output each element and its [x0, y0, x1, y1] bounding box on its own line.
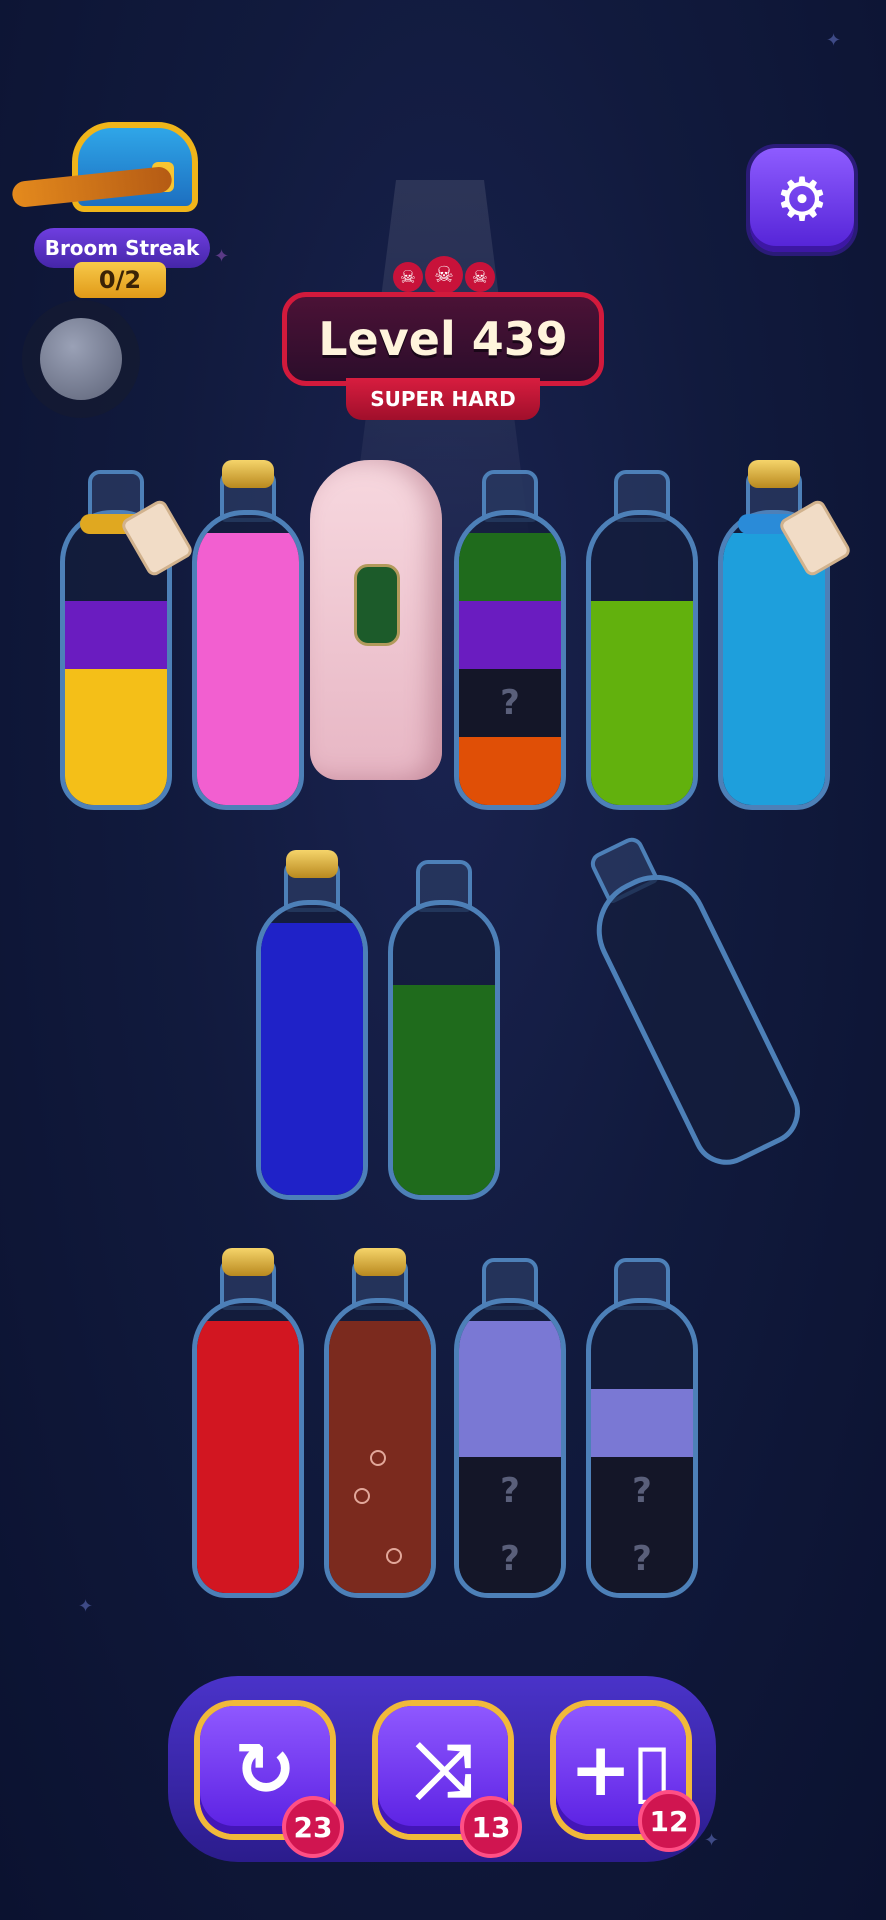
star-decor: ✦ [704, 1830, 720, 1851]
streak-count: 0/2 [74, 262, 166, 298]
star-decor: ✦ [78, 1596, 94, 1617]
bubble-decor [386, 1548, 402, 1564]
liquid-layer [459, 533, 561, 601]
bottle-6[interactable] [718, 460, 853, 810]
liquid-layer [459, 1321, 561, 1389]
bottle-5[interactable] [586, 470, 698, 810]
bottle-13[interactable]: ? ? [586, 1258, 698, 1598]
mystery-bottle-icon [354, 564, 400, 646]
cork-icon [354, 1248, 406, 1276]
broom-streak-widget[interactable]: Broom Streak 0/2 [11, 118, 210, 308]
bottle-contents: ? ? [586, 1298, 698, 1598]
add-bottle-count-badge: 12 [638, 1790, 700, 1852]
shuffle-icon: ⤨ [413, 1726, 473, 1813]
bubble-decor [354, 1488, 370, 1504]
bottle-contents [192, 510, 304, 810]
liquid-layer [393, 985, 495, 1195]
bottle-4[interactable]: ? [454, 470, 566, 810]
cork-icon [222, 460, 274, 488]
liquid-layer [65, 601, 167, 669]
bottle-8[interactable] [388, 860, 500, 1200]
bottle-12[interactable]: ? ? [454, 1258, 566, 1598]
shuffle-count-badge: 13 [460, 1796, 522, 1858]
hidden-layer: ? [459, 1525, 561, 1593]
liquid-layer [459, 601, 561, 669]
liquid-layer [459, 1389, 561, 1457]
bottle-10[interactable] [192, 1248, 304, 1598]
bottle-9-pouring[interactable] [562, 821, 812, 1177]
bottle-11[interactable] [324, 1248, 436, 1598]
liquid-layer [197, 533, 299, 805]
skull-icon: ☠ [465, 262, 495, 292]
bottle-contents [192, 1298, 304, 1598]
liquid-layer [459, 737, 561, 805]
gear-icon: ⚙ [775, 165, 829, 235]
bottle-7[interactable] [256, 850, 368, 1200]
hidden-layer: ? [459, 669, 561, 737]
hidden-layer: ? [459, 1457, 561, 1525]
bubble-decor [370, 1450, 386, 1466]
cork-icon [286, 850, 338, 878]
settings-button[interactable]: ⚙ [750, 148, 854, 252]
bottle-contents [388, 900, 500, 1200]
star-decor: ✦ [214, 246, 230, 267]
skull-icon: ☠ [393, 262, 423, 292]
liquid-layer [591, 601, 693, 805]
bottle-1[interactable] [60, 470, 195, 810]
covered-bottle[interactable] [310, 460, 442, 780]
bottle-contents [256, 900, 368, 1200]
hidden-layer: ? [591, 1525, 693, 1593]
liquid-layer [591, 1389, 693, 1457]
undo-icon: ↻ [233, 1727, 296, 1813]
difficulty-label: SUPER HARD [346, 378, 540, 420]
joystick[interactable] [22, 300, 140, 418]
bottle-contents [586, 510, 698, 810]
skull-icon: ☠ [425, 256, 463, 294]
bottle-contents: ? ? [454, 1298, 566, 1598]
bottle-2[interactable] [192, 460, 304, 810]
hidden-layer: ? [591, 1457, 693, 1525]
liquid-layer [65, 737, 167, 805]
bottle-contents: ? [454, 510, 566, 810]
cork-icon [222, 1248, 274, 1276]
bottle-contents [324, 1298, 436, 1598]
liquid-layer [261, 923, 363, 1195]
star-decor: ✦ [826, 30, 842, 51]
cork-icon [748, 460, 800, 488]
level-title: Level 439 [282, 292, 604, 386]
liquid-layer [65, 669, 167, 737]
joystick-knob[interactable] [40, 318, 122, 400]
undo-count-badge: 23 [282, 1796, 344, 1858]
bottle-contents [579, 857, 812, 1177]
liquid-layer [197, 1321, 299, 1593]
